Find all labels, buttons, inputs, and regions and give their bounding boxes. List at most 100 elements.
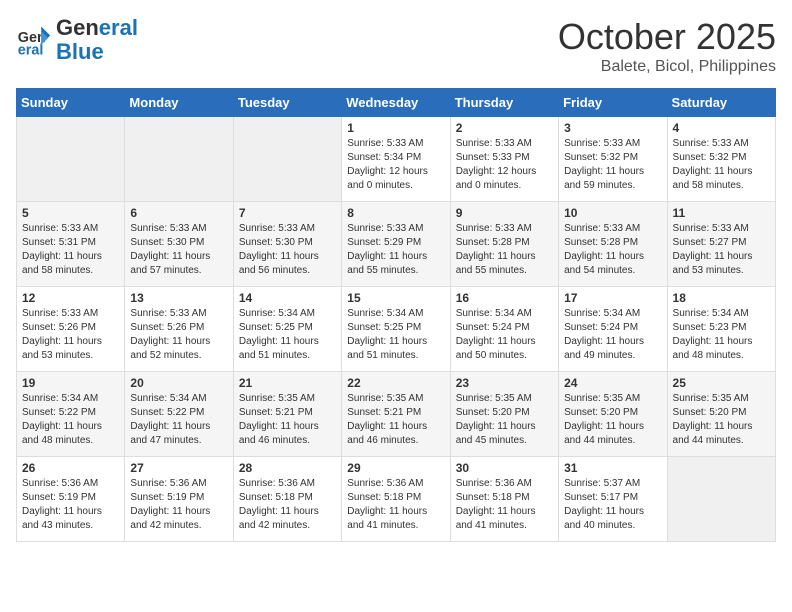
day-number: 17 [564, 291, 661, 305]
calendar-cell: 12 Sunrise: 5:33 AM Sunset: 5:26 PM Dayli… [17, 287, 125, 372]
title-block: October 2025 Balete, Bicol, Philippines [558, 16, 776, 76]
svg-text:eral: eral [18, 43, 44, 59]
day-info: Sunrise: 5:33 AM Sunset: 5:26 PM Dayligh… [130, 307, 227, 363]
day-info: Sunrise: 5:33 AM Sunset: 5:34 PM Dayligh… [347, 137, 444, 193]
day-number: 24 [564, 376, 661, 390]
day-number: 6 [130, 206, 227, 220]
day-number: 21 [239, 376, 336, 390]
calendar-cell: 30 Sunrise: 5:36 AM Sunset: 5:18 PM Dayli… [450, 457, 558, 542]
day-info: Sunrise: 5:35 AM Sunset: 5:21 PM Dayligh… [239, 392, 336, 448]
day-header-wednesday: Wednesday [342, 89, 450, 117]
day-number: 3 [564, 121, 661, 135]
day-info: Sunrise: 5:35 AM Sunset: 5:20 PM Dayligh… [673, 392, 770, 448]
day-info: Sunrise: 5:33 AM Sunset: 5:30 PM Dayligh… [130, 222, 227, 278]
calendar-cell: 21 Sunrise: 5:35 AM Sunset: 5:21 PM Dayli… [233, 372, 341, 457]
calendar-cell: 10 Sunrise: 5:33 AM Sunset: 5:28 PM Dayli… [559, 202, 667, 287]
day-info: Sunrise: 5:34 AM Sunset: 5:23 PM Dayligh… [673, 307, 770, 363]
calendar-cell: 8 Sunrise: 5:33 AM Sunset: 5:29 PM Daylig… [342, 202, 450, 287]
calendar-cell: 17 Sunrise: 5:34 AM Sunset: 5:24 PM Dayli… [559, 287, 667, 372]
day-info: Sunrise: 5:37 AM Sunset: 5:17 PM Dayligh… [564, 477, 661, 533]
logo: Gen eral General Blue [16, 16, 138, 64]
day-number: 14 [239, 291, 336, 305]
calendar-cell: 26 Sunrise: 5:36 AM Sunset: 5:19 PM Dayli… [17, 457, 125, 542]
calendar-cell [667, 457, 775, 542]
day-number: 30 [456, 461, 553, 475]
calendar-cell: 7 Sunrise: 5:33 AM Sunset: 5:30 PM Daylig… [233, 202, 341, 287]
day-info: Sunrise: 5:33 AM Sunset: 5:30 PM Dayligh… [239, 222, 336, 278]
calendar-header-row: SundayMondayTuesdayWednesdayThursdayFrid… [17, 89, 776, 117]
day-info: Sunrise: 5:34 AM Sunset: 5:24 PM Dayligh… [456, 307, 553, 363]
day-number: 29 [347, 461, 444, 475]
day-number: 7 [239, 206, 336, 220]
day-number: 26 [22, 461, 119, 475]
day-header-tuesday: Tuesday [233, 89, 341, 117]
day-number: 18 [673, 291, 770, 305]
calendar-week-row: 26 Sunrise: 5:36 AM Sunset: 5:19 PM Dayli… [17, 457, 776, 542]
day-number: 11 [673, 206, 770, 220]
calendar-cell: 9Sunrise: 5:33 AM Sunset: 5:28 PM Daylig… [450, 202, 558, 287]
day-info: Sunrise: 5:33 AM Sunset: 5:29 PM Dayligh… [347, 222, 444, 278]
calendar-cell [125, 117, 233, 202]
day-header-monday: Monday [125, 89, 233, 117]
day-info: Sunrise: 5:34 AM Sunset: 5:25 PM Dayligh… [347, 307, 444, 363]
calendar-cell [233, 117, 341, 202]
day-number: 16 [456, 291, 553, 305]
calendar-cell: 5Sunrise: 5:33 AM Sunset: 5:31 PM Daylig… [17, 202, 125, 287]
day-number: 4 [673, 121, 770, 135]
calendar-cell: 28 Sunrise: 5:36 AM Sunset: 5:18 PM Dayli… [233, 457, 341, 542]
day-number: 25 [673, 376, 770, 390]
day-info: Sunrise: 5:35 AM Sunset: 5:21 PM Dayligh… [347, 392, 444, 448]
day-number: 23 [456, 376, 553, 390]
day-number: 5 [22, 206, 119, 220]
day-number: 1 [347, 121, 444, 135]
day-number: 19 [22, 376, 119, 390]
day-header-friday: Friday [559, 89, 667, 117]
day-header-saturday: Saturday [667, 89, 775, 117]
day-number: 8 [347, 206, 444, 220]
day-number: 10 [564, 206, 661, 220]
calendar-cell: 29Sunrise: 5:36 AM Sunset: 5:18 PM Dayli… [342, 457, 450, 542]
day-number: 28 [239, 461, 336, 475]
day-number: 27 [130, 461, 227, 475]
day-info: Sunrise: 5:35 AM Sunset: 5:20 PM Dayligh… [564, 392, 661, 448]
day-number: 20 [130, 376, 227, 390]
day-info: Sunrise: 5:34 AM Sunset: 5:24 PM Dayligh… [564, 307, 661, 363]
calendar-cell: 4Sunrise: 5:33 AM Sunset: 5:32 PM Daylig… [667, 117, 775, 202]
calendar-cell: 14Sunrise: 5:34 AM Sunset: 5:25 PM Dayli… [233, 287, 341, 372]
calendar-cell: 27Sunrise: 5:36 AM Sunset: 5:19 PM Dayli… [125, 457, 233, 542]
day-number: 31 [564, 461, 661, 475]
calendar-cell [17, 117, 125, 202]
day-info: Sunrise: 5:35 AM Sunset: 5:20 PM Dayligh… [456, 392, 553, 448]
day-info: Sunrise: 5:33 AM Sunset: 5:28 PM Dayligh… [564, 222, 661, 278]
calendar-cell: 2Sunrise: 5:33 AM Sunset: 5:33 PM Daylig… [450, 117, 558, 202]
day-number: 12 [22, 291, 119, 305]
day-number: 15 [347, 291, 444, 305]
calendar-cell: 22Sunrise: 5:35 AM Sunset: 5:21 PM Dayli… [342, 372, 450, 457]
day-info: Sunrise: 5:36 AM Sunset: 5:18 PM Dayligh… [456, 477, 553, 533]
day-info: Sunrise: 5:36 AM Sunset: 5:19 PM Dayligh… [22, 477, 119, 533]
day-header-sunday: Sunday [17, 89, 125, 117]
calendar-cell: 24 Sunrise: 5:35 AM Sunset: 5:20 PM Dayli… [559, 372, 667, 457]
calendar-cell: 23 Sunrise: 5:35 AM Sunset: 5:20 PM Dayli… [450, 372, 558, 457]
day-number: 13 [130, 291, 227, 305]
page-header: Gen eral General Blue October 2025 Balet… [16, 16, 776, 76]
location: Balete, Bicol, Philippines [558, 58, 776, 76]
day-info: Sunrise: 5:34 AM Sunset: 5:22 PM Dayligh… [22, 392, 119, 448]
calendar-cell: 18 Sunrise: 5:34 AM Sunset: 5:23 PM Dayli… [667, 287, 775, 372]
day-number: 2 [456, 121, 553, 135]
calendar-cell: 31 Sunrise: 5:37 AM Sunset: 5:17 PM Dayli… [559, 457, 667, 542]
day-info: Sunrise: 5:34 AM Sunset: 5:22 PM Dayligh… [130, 392, 227, 448]
day-info: Sunrise: 5:33 AM Sunset: 5:27 PM Dayligh… [673, 222, 770, 278]
day-info: Sunrise: 5:33 AM Sunset: 5:26 PM Dayligh… [22, 307, 119, 363]
calendar-week-row: 12 Sunrise: 5:33 AM Sunset: 5:26 PM Dayli… [17, 287, 776, 372]
calendar-cell: 1 Sunrise: 5:33 AM Sunset: 5:34 PM Daylig… [342, 117, 450, 202]
day-number: 9 [456, 206, 553, 220]
logo-icon: Gen eral [16, 22, 52, 58]
month-title: October 2025 [558, 16, 776, 58]
day-info: Sunrise: 5:36 AM Sunset: 5:18 PM Dayligh… [239, 477, 336, 533]
calendar-cell: 20 Sunrise: 5:34 AM Sunset: 5:22 PM Dayli… [125, 372, 233, 457]
calendar-week-row: 19 Sunrise: 5:34 AM Sunset: 5:22 PM Dayli… [17, 372, 776, 457]
calendar-week-row: 1 Sunrise: 5:33 AM Sunset: 5:34 PM Daylig… [17, 117, 776, 202]
calendar-cell: 13 Sunrise: 5:33 AM Sunset: 5:26 PM Dayli… [125, 287, 233, 372]
day-info: Sunrise: 5:33 AM Sunset: 5:32 PM Dayligh… [564, 137, 661, 193]
